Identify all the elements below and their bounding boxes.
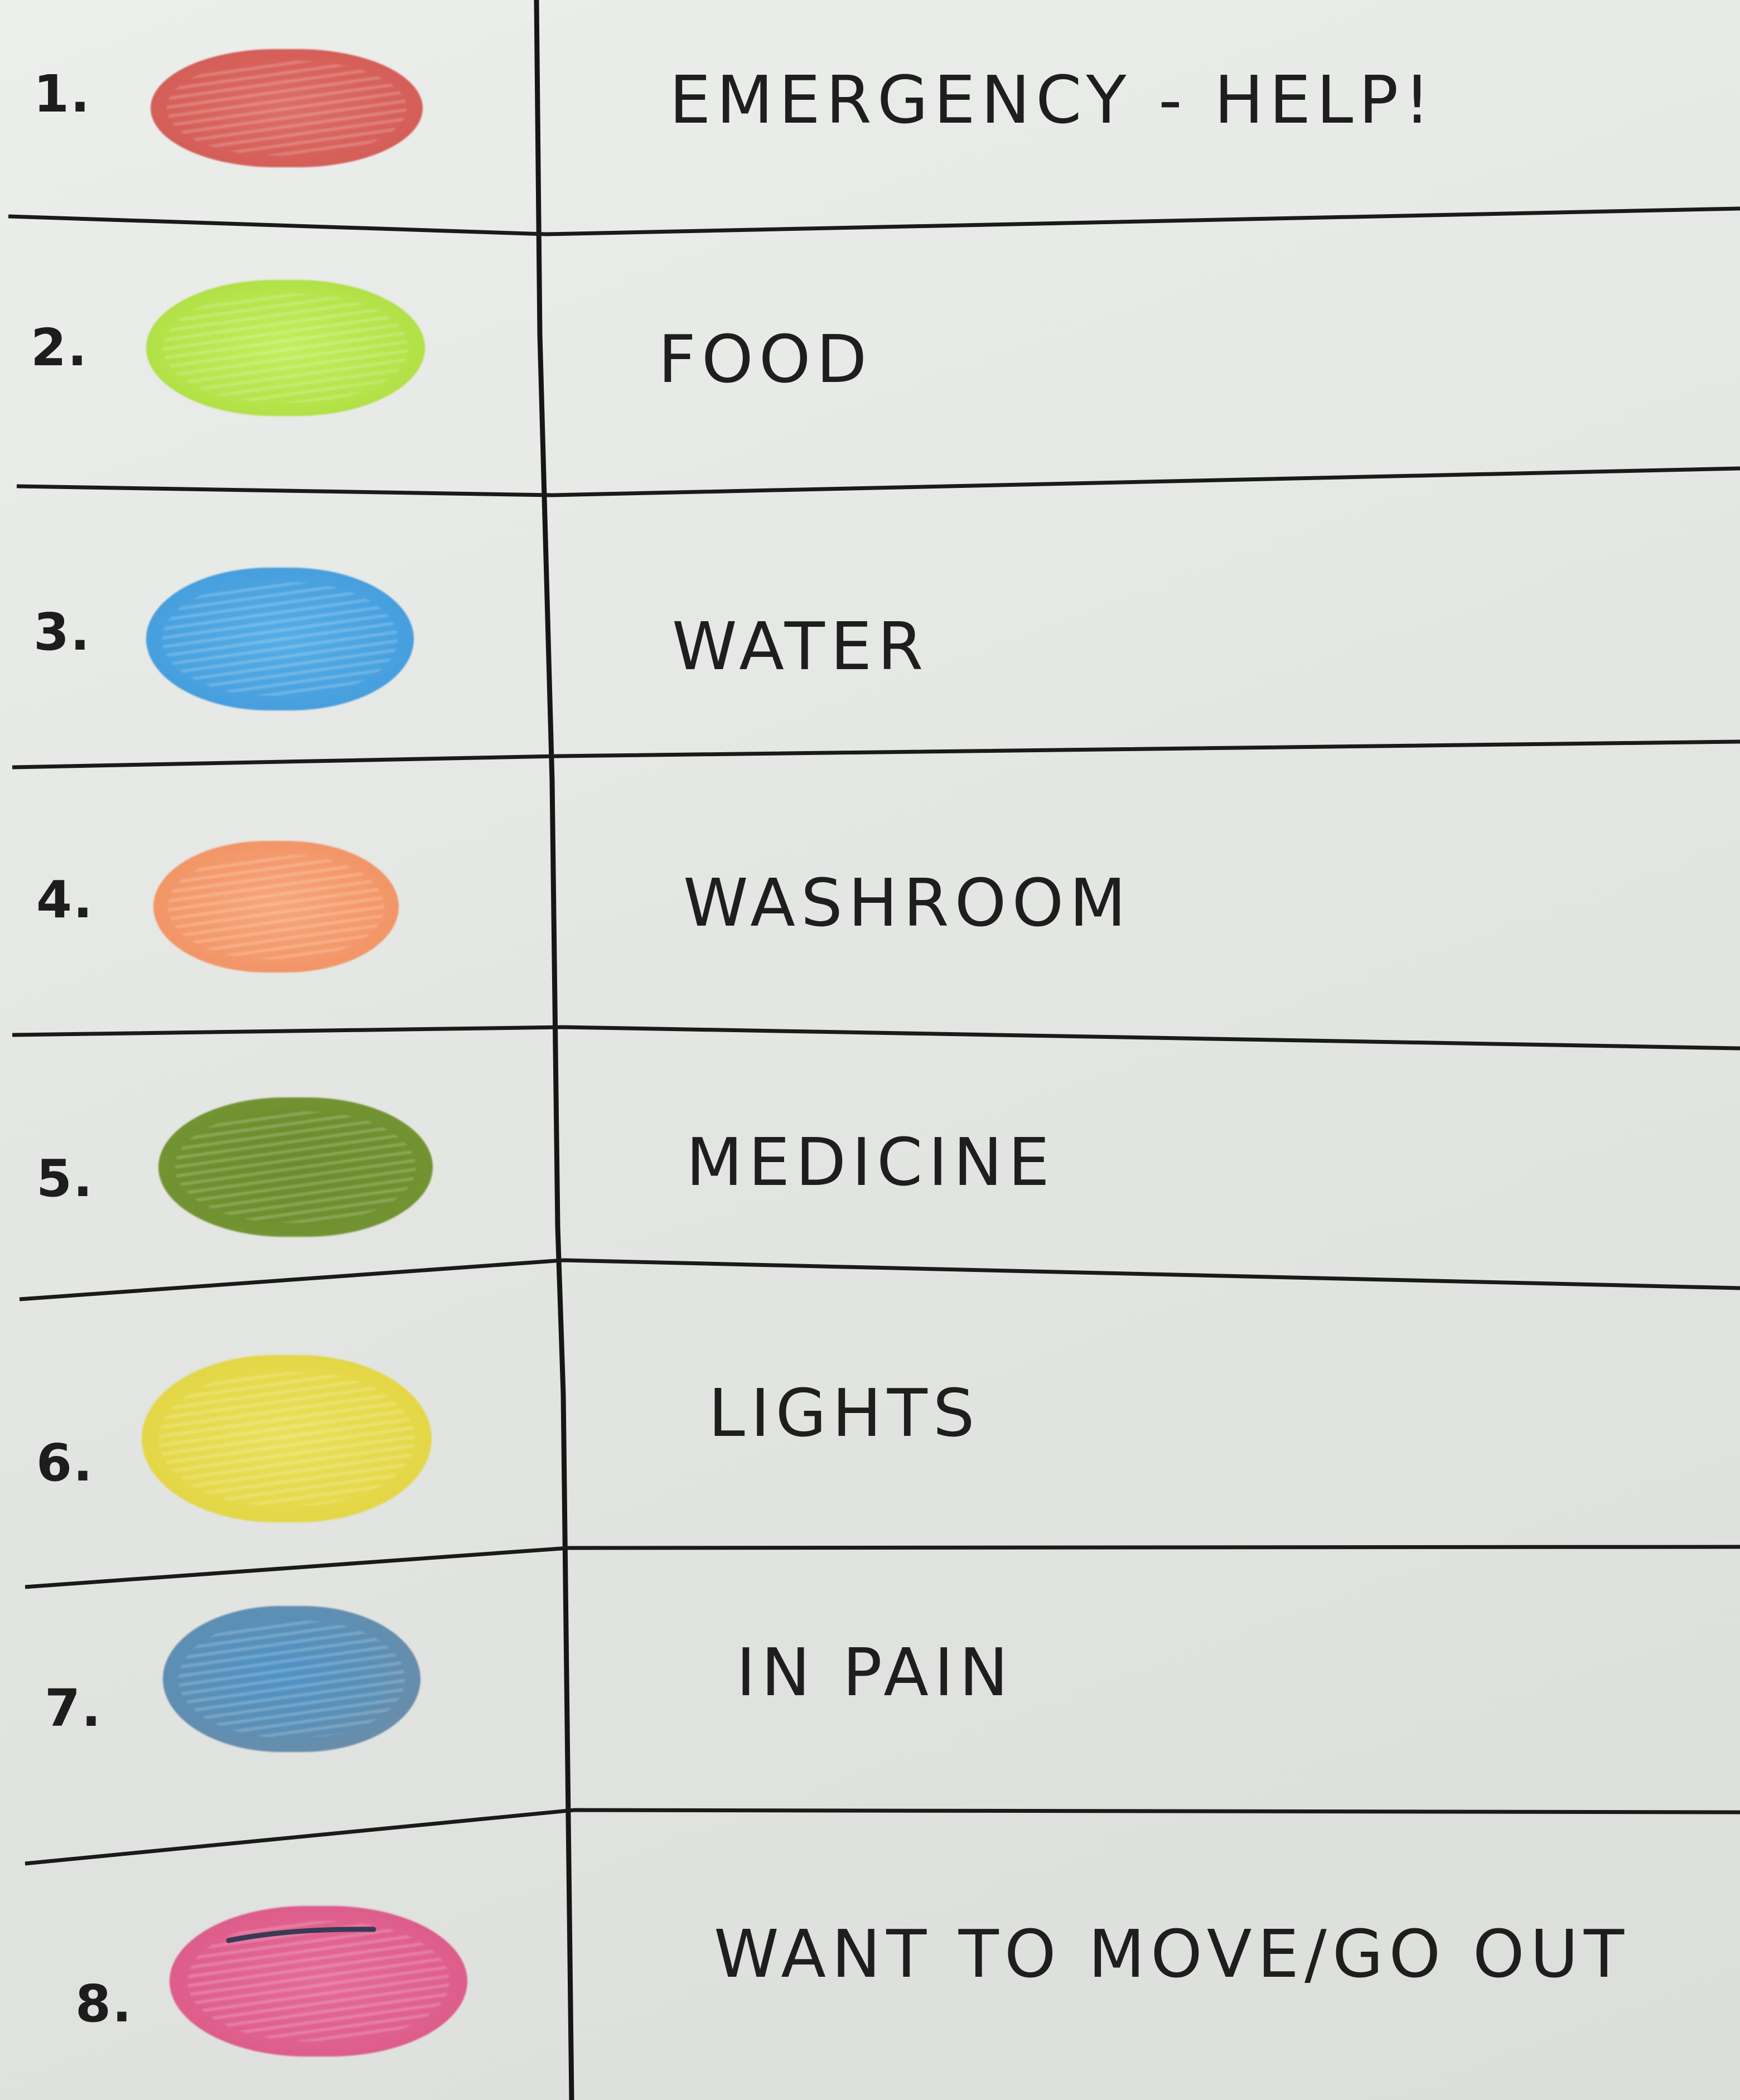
pink-swatch-stroke-mark (226, 1927, 376, 1943)
row-label: WANT TO MOVE/GO OUT (714, 1915, 1630, 1992)
communication-chart-sheet: 1. EMERGENCY - HELP! 2. FOOD 3. WATER 4.… (0, 0, 1740, 2100)
chart-row-8: 8. WANT TO MOVE/GO OUT (0, 0, 1740, 2100)
row-number: 8. (75, 1974, 133, 2034)
